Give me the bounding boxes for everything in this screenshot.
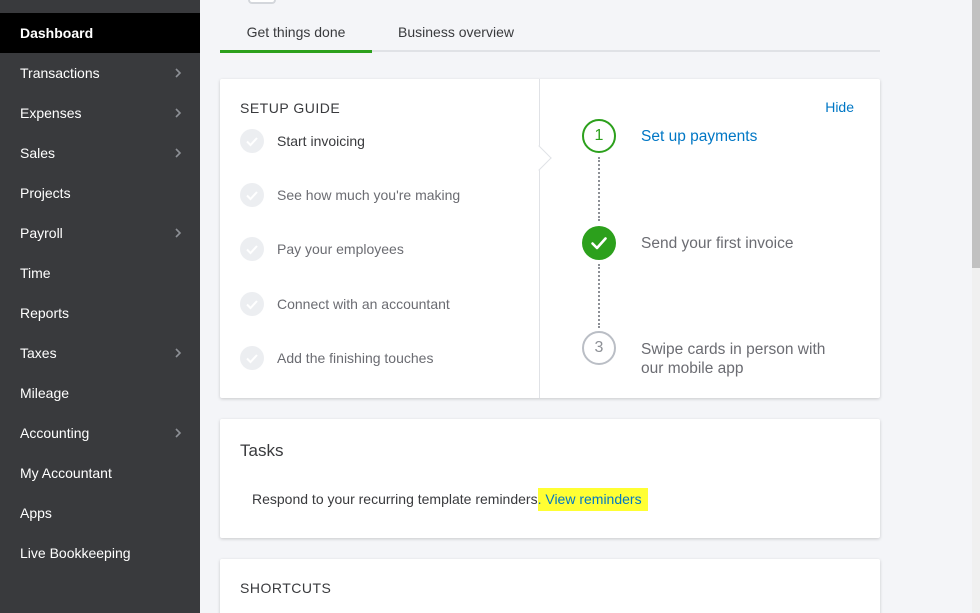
sidebar-item-taxes[interactable]: Taxes — [0, 333, 200, 373]
step-number-circle: 1 — [582, 119, 616, 153]
step-done-circle — [582, 226, 616, 260]
shortcuts-card: SHORTCUTS — [220, 559, 880, 613]
sidebar-item-label: Apps — [20, 505, 52, 521]
sidebar-item-label: Reports — [20, 305, 70, 321]
tab-label: Business overview — [398, 24, 514, 40]
collapsed-panel-handle[interactable] — [248, 0, 276, 4]
guide-step-label: See how much you're making — [277, 187, 461, 203]
step-number: 3 — [594, 339, 604, 356]
sidebar-item-my-accountant[interactable]: My Accountant — [0, 453, 200, 493]
left-navigation: Dashboard Transactions Expenses Sales Pr… — [0, 0, 200, 613]
sidebar-item-reports[interactable]: Reports — [0, 293, 200, 333]
sidebar-item-mileage[interactable]: Mileage — [0, 373, 200, 413]
sidebar-item-live-bookkeeping[interactable]: Live Bookkeeping — [0, 533, 200, 573]
sidebar-item-apps[interactable]: Apps — [0, 493, 200, 533]
chevron-right-icon — [175, 68, 182, 78]
check-circle-icon — [240, 237, 264, 261]
setup-guide-card: SETUP GUIDE Start invoicing See how much… — [220, 79, 880, 398]
sidebar-item-label: Sales — [20, 145, 56, 161]
step-number-circle: 3 — [582, 331, 616, 365]
panel-divider — [539, 79, 540, 398]
chevron-right-icon — [175, 428, 182, 438]
guide-step-see-earnings[interactable]: See how much you're making — [240, 181, 460, 209]
view-reminders-link[interactable]: . View reminders — [537, 488, 648, 511]
chevron-right-icon — [175, 348, 182, 358]
send-first-invoice-label: Send your first invoice — [641, 235, 794, 252]
sidebar-item-expenses[interactable]: Expenses — [0, 93, 200, 133]
sidebar-item-label: Mileage — [20, 385, 70, 401]
sidebar-item-sales[interactable]: Sales — [0, 133, 200, 173]
dashboard-tabs: Get things done Business overview — [220, 14, 880, 53]
sidebar-item-label: Dashboard — [20, 25, 94, 41]
guide-step-label: Pay your employees — [277, 241, 404, 257]
sidebar-item-label: Time — [20, 265, 51, 281]
swipe-cards-label: Swipe cards in person with our mobile ap… — [641, 341, 826, 377]
shortcuts-title: SHORTCUTS — [240, 580, 332, 596]
selection-pointer — [526, 145, 552, 171]
check-circle-icon — [240, 292, 264, 316]
sidebar-item-projects[interactable]: Projects — [0, 173, 200, 213]
tasks-title: Tasks — [240, 441, 284, 460]
sidebar-item-dashboard[interactable]: Dashboard — [0, 13, 200, 53]
main-content: Get things done Business overview SETUP … — [200, 0, 980, 613]
sidebar-item-time[interactable]: Time — [0, 253, 200, 293]
sidebar-item-label: Expenses — [20, 105, 82, 121]
check-circle-icon — [240, 183, 264, 207]
setup-guide-title: SETUP GUIDE — [240, 100, 341, 116]
chevron-right-icon — [175, 148, 182, 158]
guide-step-label: Connect with an accountant — [277, 296, 450, 312]
step-connector — [598, 157, 600, 221]
step-connector — [598, 264, 600, 328]
hide-setup-guide-link[interactable]: Hide — [825, 99, 854, 115]
guide-step-start-invoicing[interactable]: Start invoicing — [240, 127, 365, 155]
guide-step-label: Start invoicing — [277, 133, 365, 149]
check-circle-icon — [240, 346, 264, 370]
sidebar-item-payroll[interactable]: Payroll — [0, 213, 200, 253]
sidebar-item-label: Projects — [20, 185, 71, 201]
sidebar-item-label: Payroll — [20, 225, 63, 241]
checkmark-icon — [591, 237, 607, 250]
tasks-card: Tasks Respond to your recurring template… — [220, 419, 880, 538]
scrollbar-thumb[interactable] — [972, 0, 980, 268]
tab-label: Get things done — [246, 24, 346, 40]
sidebar-item-label: Transactions — [20, 65, 100, 81]
tab-business-overview[interactable]: Business overview — [372, 14, 540, 52]
guide-step-pay-employees[interactable]: Pay your employees — [240, 235, 404, 263]
sidebar-item-accounting[interactable]: Accounting — [0, 413, 200, 453]
chevron-right-icon — [175, 108, 182, 118]
sidebar-item-label: Live Bookkeeping — [20, 545, 131, 561]
check-circle-icon — [240, 129, 264, 153]
sidebar-item-label: My Accountant — [20, 465, 112, 481]
chevron-right-icon — [175, 228, 182, 238]
guide-step-label: Add the finishing touches — [277, 350, 434, 366]
task-item: Respond to your recurring template remin… — [252, 488, 648, 511]
set-up-payments-link[interactable]: Set up payments — [641, 127, 757, 146]
sidebar-item-transactions[interactable]: Transactions — [0, 53, 200, 93]
step-number: 1 — [594, 127, 604, 144]
guide-step-connect-accountant[interactable]: Connect with an accountant — [240, 290, 450, 318]
page-scrollbar[interactable] — [972, 0, 980, 613]
task-message: Respond to your recurring template remin… — [252, 491, 538, 507]
sidebar-item-label: Accounting — [20, 425, 90, 441]
sidebar-item-label: Taxes — [20, 345, 57, 361]
guide-step-finishing-touches[interactable]: Add the finishing touches — [240, 344, 433, 372]
tab-get-things-done[interactable]: Get things done — [220, 14, 372, 53]
